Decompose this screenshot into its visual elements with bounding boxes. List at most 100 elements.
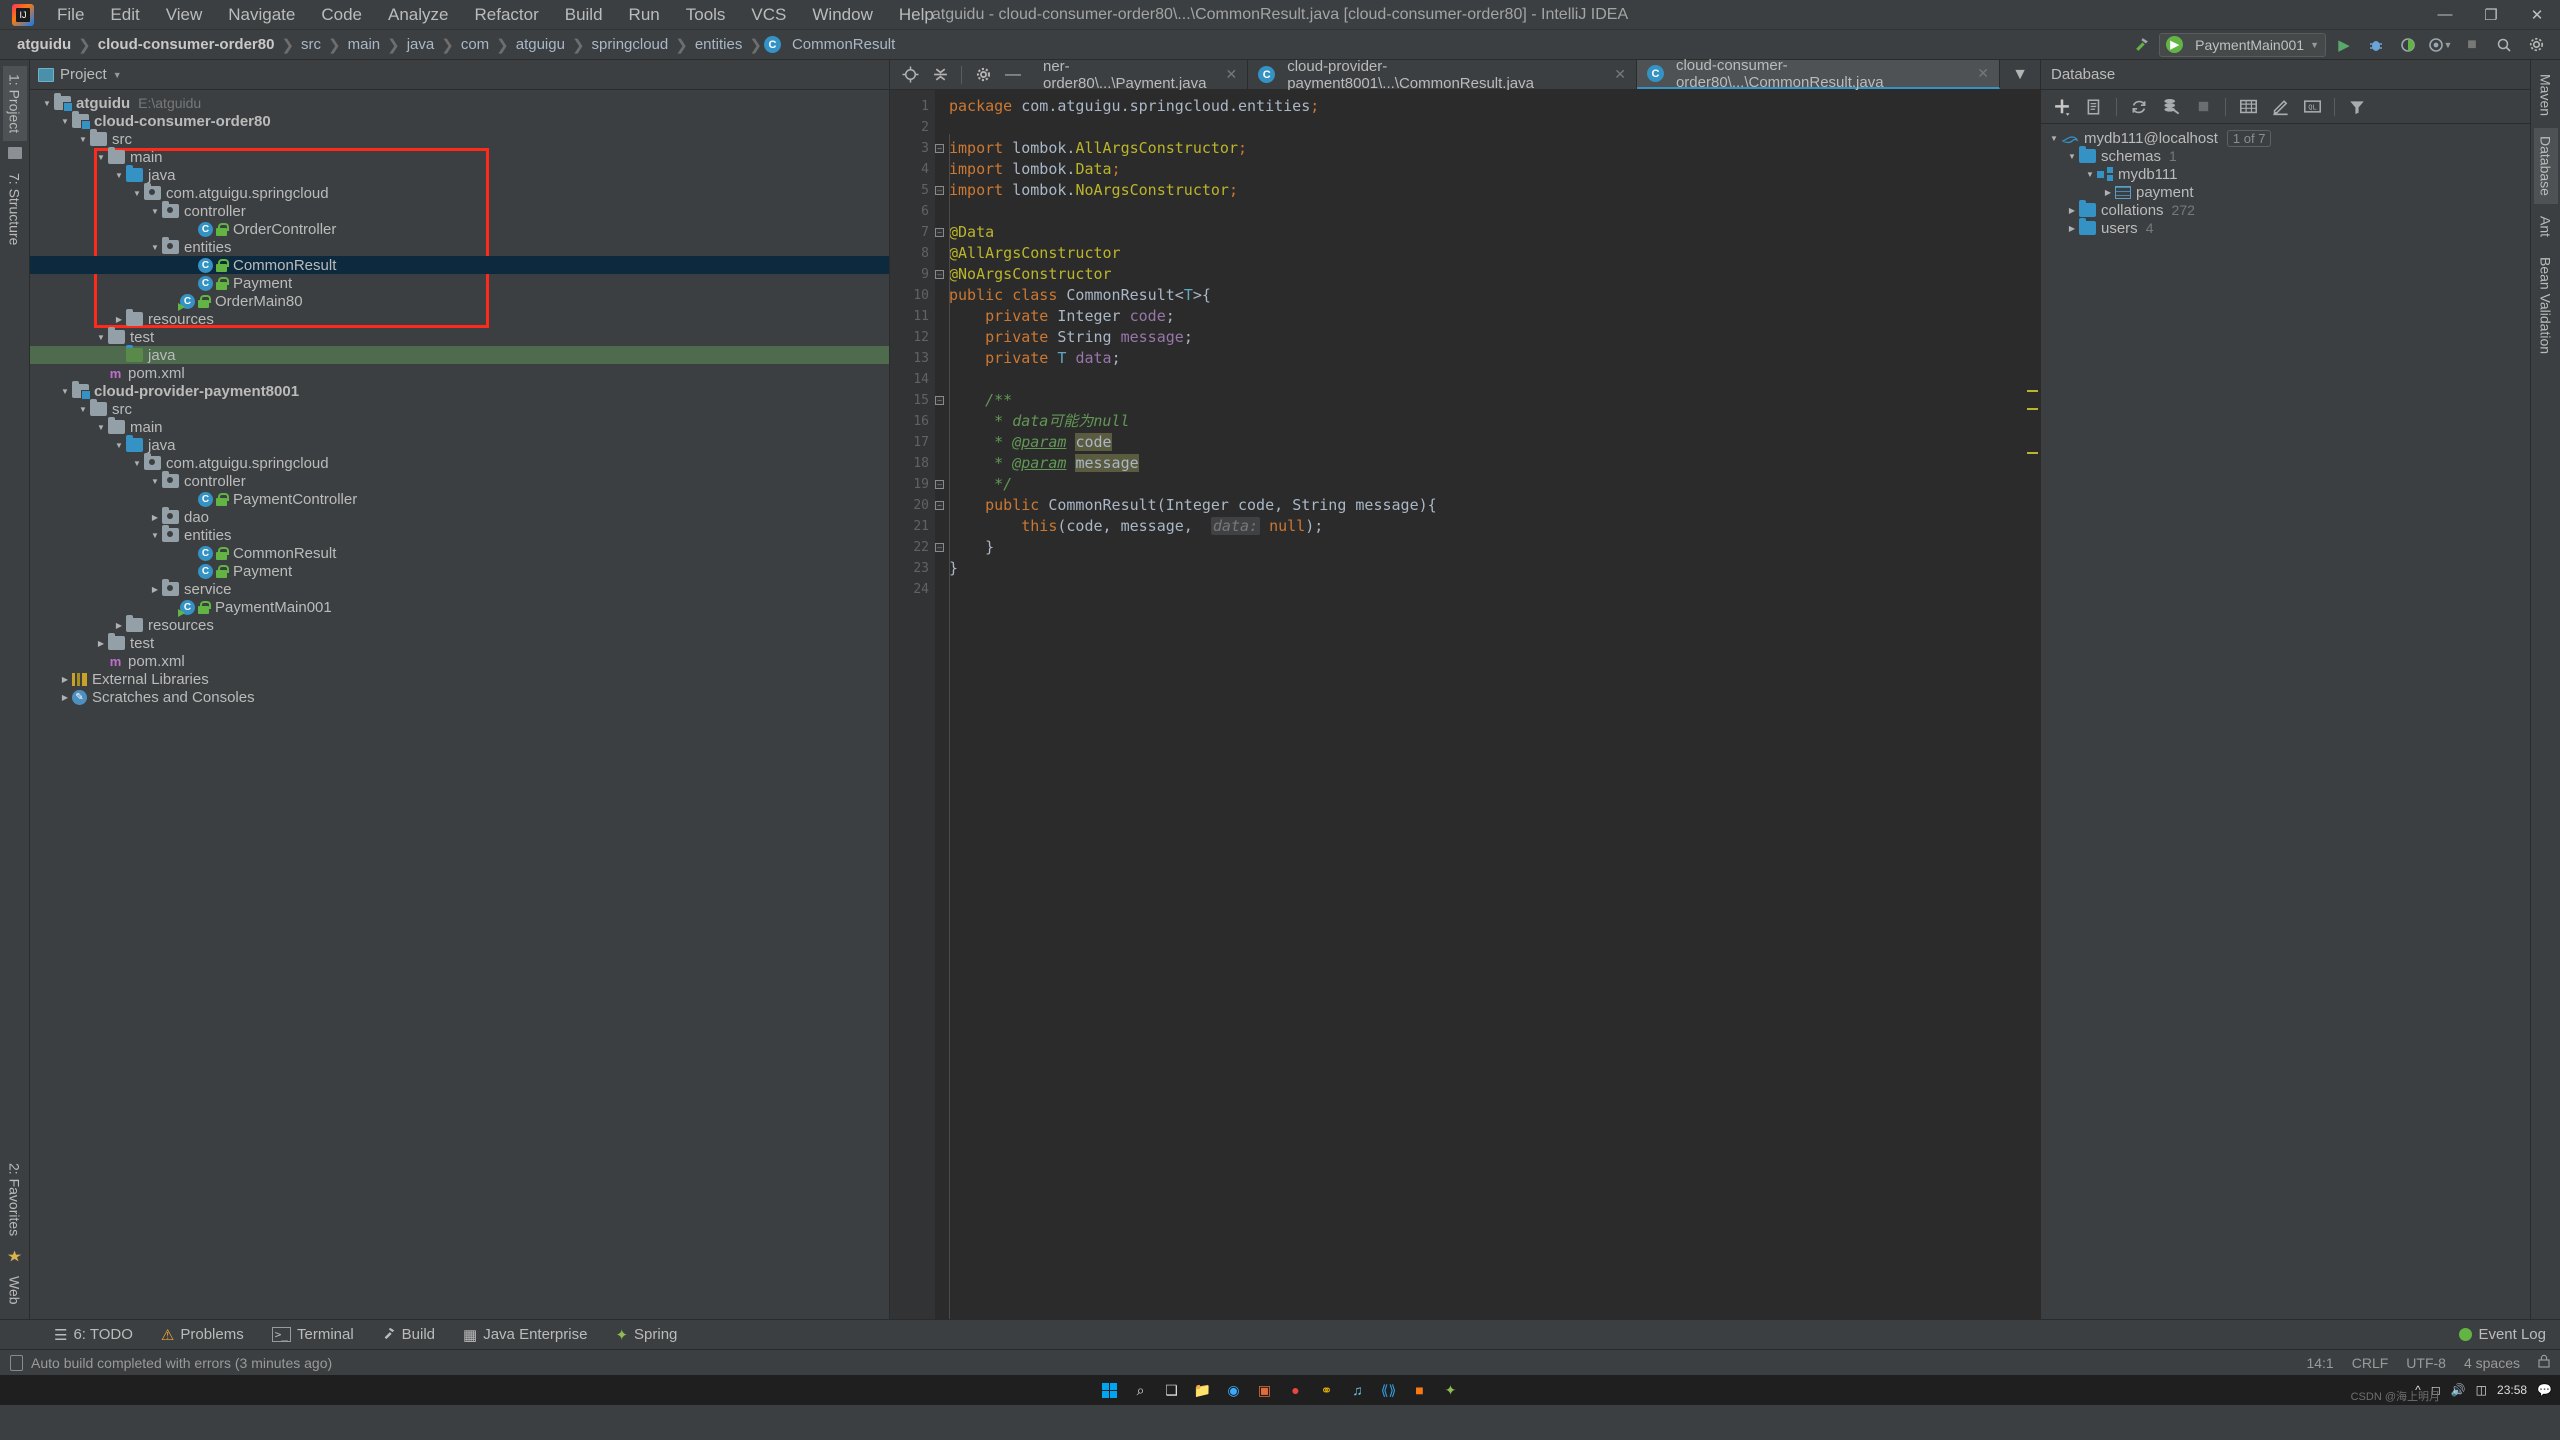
tool-window-maven[interactable]: Maven (2534, 66, 2558, 124)
chevron-down-icon[interactable]: ▼ (148, 207, 162, 216)
tool-window-terminal[interactable]: >_ Terminal (268, 1324, 358, 1345)
run-configuration-selector[interactable]: ▶ PaymentMain001 ▼ (2159, 32, 2326, 57)
tray-battery-icon[interactable]: ◫ (2476, 1383, 2487, 1397)
database-tree-node[interactable]: ▼ mydb111@localhost 1 of 7 (2041, 129, 2530, 147)
code-line[interactable]: @AllArgsConstructor (935, 243, 2024, 264)
project-tree-node[interactable]: ▼ controller (30, 201, 889, 220)
taskbar-file-explorer-icon[interactable]: 📁 (1189, 1377, 1217, 1403)
project-tree-node[interactable]: ▶ test (30, 633, 889, 652)
minimize-button[interactable]: — (2422, 0, 2468, 30)
chevron-down-icon[interactable]: ▼ (76, 405, 90, 414)
code-editor[interactable]: 1 2 3−4 5–6 7−8 9–10 11 12 13 14 15−16 17 18 19–20−21… (890, 90, 2040, 1319)
menu-navigate[interactable]: Navigate (215, 1, 308, 29)
tool-window-spring[interactable]: ✦ Spring (611, 1324, 681, 1346)
menu-tools[interactable]: Tools (673, 1, 739, 29)
chevron-right-icon[interactable]: ▶ (112, 621, 126, 630)
project-tree-node[interactable]: ▼ entities (30, 237, 889, 256)
project-tree-node[interactable]: ▼ controller (30, 471, 889, 490)
chevron-right-icon[interactable]: ▶ (112, 315, 126, 324)
warning-marker[interactable] (2027, 408, 2038, 410)
code-line[interactable]: * @param message (935, 453, 2024, 474)
open-table-icon[interactable] (2233, 94, 2263, 120)
tool-window-todo[interactable]: ☰ 6: TODO (50, 1324, 137, 1346)
project-tree-node[interactable]: ▶m pom.xml (30, 364, 889, 382)
project-tree-node[interactable]: ▼ atguidu E:\atguidu (30, 93, 889, 112)
run-with-coverage-button[interactable] (2394, 33, 2422, 57)
project-tree-node[interactable]: ▶C CommonResult (30, 544, 889, 562)
query-console-icon[interactable]: QL (2297, 94, 2327, 120)
breadcrumb-item-main[interactable]: main (343, 34, 386, 55)
code-line[interactable]: public class CommonResult<T>{ (935, 285, 2024, 306)
menu-run[interactable]: Run (616, 1, 673, 29)
stop-button[interactable]: ■ (2458, 33, 2486, 57)
editor-tab-commonresult-order80[interactable]: C cloud-consumer-order80\...\CommonResul… (1636, 57, 2000, 91)
breadcrumb-item-atguigu[interactable]: atguigu (511, 34, 570, 55)
menu-view[interactable]: View (153, 1, 216, 29)
project-tree-node[interactable]: ▶C Payment (30, 562, 889, 580)
menu-file[interactable]: File (44, 1, 97, 29)
taskbar-browser-icon[interactable]: ◉ (1220, 1377, 1248, 1403)
code-line[interactable] (935, 369, 2024, 390)
menu-analyze[interactable]: Analyze (375, 1, 461, 29)
taskbar-search-app-icon[interactable]: ⚭ (1313, 1377, 1341, 1403)
breadcrumb-item-atguidu[interactable]: atguidu (12, 34, 76, 55)
build-status-icon[interactable] (10, 1354, 23, 1371)
error-stripe-markers[interactable] (2024, 90, 2040, 1319)
database-tree[interactable]: ▼ mydb111@localhost 1 of 7 ▼ schemas 1 ▼ mydb11… (2041, 124, 2530, 1319)
tool-window-java-enterprise[interactable]: ▦ Java Enterprise (459, 1324, 591, 1346)
project-tree-node[interactable]: ▶ ✎ Scratches and Consoles (30, 688, 889, 706)
chevron-right-icon[interactable]: ▶ (2065, 206, 2079, 215)
close-icon[interactable]: ✕ (1614, 66, 1626, 83)
chevron-right-icon[interactable]: ▶ (58, 693, 72, 702)
tool-window-favorites[interactable]: 2: Favorites (3, 1155, 27, 1244)
menu-code[interactable]: Code (308, 1, 375, 29)
maximize-button[interactable]: ❐ (2468, 0, 2514, 30)
tool-window-ant[interactable]: Ant (2534, 208, 2558, 245)
hammer-build-icon[interactable] (2127, 33, 2155, 57)
project-tree-node[interactable]: ▶C Payment (30, 274, 889, 292)
project-tree-node[interactable]: ▼ entities (30, 525, 889, 544)
editor-tab-payment[interactable]: ner-order80\...\Payment.java ✕ (1033, 58, 1249, 92)
tool-window-problems[interactable]: ⚠ Problems (157, 1324, 248, 1346)
chevron-down-icon[interactable]: ▼ (94, 333, 108, 342)
project-tree[interactable]: ▼ atguidu E:\atguidu ▼ cloud-consumer-order8… (30, 90, 889, 1319)
project-tree-node[interactable]: ▶m pom.xml (30, 652, 889, 670)
warning-marker[interactable] (2027, 452, 2038, 454)
chevron-down-icon[interactable]: ▼ (112, 171, 126, 180)
taskbar-chrome-icon[interactable]: ● (1282, 1377, 1310, 1403)
taskbar-music-icon[interactable]: ♫ (1344, 1377, 1372, 1403)
event-log-button[interactable]: Event Log (2459, 1326, 2560, 1343)
project-tree-node[interactable]: ▶C OrderController (30, 220, 889, 238)
taskbar-app-icon-2[interactable]: ✦ (1437, 1377, 1465, 1403)
menu-build[interactable]: Build (552, 1, 616, 29)
tool-window-build[interactable]: Build (378, 1324, 439, 1346)
refresh-icon[interactable] (2124, 94, 2154, 120)
add-datasource-icon[interactable] (2047, 94, 2077, 120)
chevron-right-icon[interactable]: ▶ (2065, 224, 2079, 233)
code-line[interactable]: package com.atguigu.springcloud.entities… (935, 96, 2024, 117)
taskbar-vscode-icon[interactable]: ⟪⟫ (1375, 1377, 1403, 1403)
menu-help[interactable]: Help (886, 1, 947, 29)
indent-setting[interactable]: 4 spaces (2464, 1355, 2520, 1371)
chevron-down-icon[interactable]: ▼ (2065, 152, 2079, 161)
chevron-right-icon[interactable]: ▶ (94, 639, 108, 648)
profiler-button[interactable]: ▼ (2426, 33, 2454, 57)
code-line[interactable]: import lombok.NoArgsConstructor; (935, 180, 2024, 201)
close-button[interactable]: ✕ (2514, 0, 2560, 30)
locate-file-icon[interactable] (896, 63, 924, 87)
code-line[interactable] (935, 201, 2024, 222)
chevron-down-icon[interactable]: ▼ (148, 531, 162, 540)
code-text[interactable]: package com.atguigu.springcloud.entities… (935, 90, 2024, 1319)
project-tree-node[interactable]: ▼ cloud-consumer-order80 (30, 111, 889, 130)
breadcrumb-item-java[interactable]: java (402, 34, 440, 55)
breadcrumb-item-entities[interactable]: entities (690, 34, 748, 55)
project-tree-node[interactable]: ▶COrderMain80 (30, 292, 889, 311)
menu-edit[interactable]: Edit (97, 1, 152, 29)
edit-data-icon[interactable] (2265, 94, 2295, 120)
project-tree-node[interactable]: ▶ External Libraries (30, 670, 889, 688)
chevron-down-icon[interactable]: ▼ (94, 153, 108, 162)
code-line[interactable]: @NoArgsConstructor (935, 264, 2024, 285)
code-line[interactable]: private String message; (935, 327, 2024, 348)
chevron-down-icon[interactable]: ▼ (58, 117, 72, 126)
database-tree-node[interactable]: ▶ users 4 (2041, 218, 2530, 237)
